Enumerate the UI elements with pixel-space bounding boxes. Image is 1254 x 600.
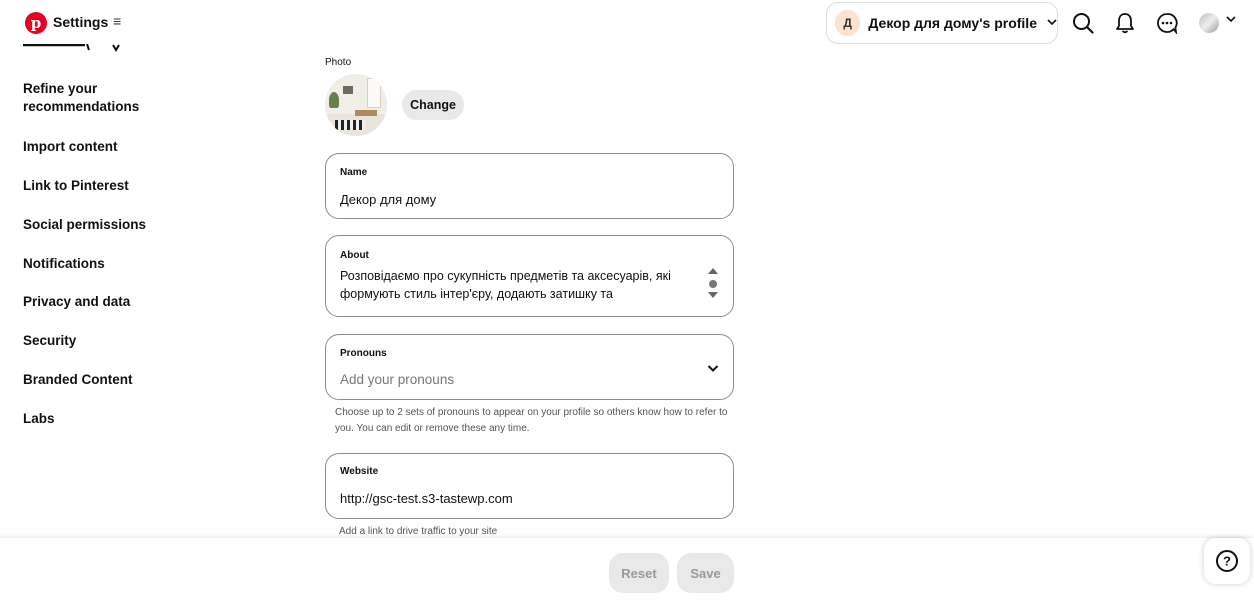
menu-icon[interactable]: ≡	[113, 13, 121, 29]
website-label: Website	[340, 466, 379, 477]
profile-switcher[interactable]: Д Декор для дому's profile	[826, 2, 1058, 44]
reset-button[interactable]: Reset	[609, 553, 669, 593]
sidebar-item-social-permissions[interactable]: Social permissions	[23, 216, 173, 234]
about-scrollbar[interactable]	[707, 268, 719, 302]
search-icon[interactable]	[1071, 11, 1095, 35]
name-label: Name	[340, 167, 368, 178]
sidebar-item-refine-recommendations[interactable]: Refine your recommendations	[23, 80, 173, 116]
top-header: p Settings ≡ Д Декор для дому's profile	[0, 0, 1254, 46]
photo-label: Photo	[325, 57, 352, 68]
pinterest-logo-icon[interactable]: p	[25, 12, 47, 34]
about-field[interactable]: About Розповідаємо про сукупність предме…	[325, 235, 734, 317]
sidebar-item-link-to-pinterest[interactable]: Link to Pinterest	[23, 177, 173, 195]
svg-text:?: ?	[1223, 554, 1231, 569]
about-textarea[interactable]: Розповідаємо про сукупність предметів та…	[340, 267, 700, 303]
pronouns-field[interactable]: Pronouns Add your pronouns	[325, 334, 734, 400]
sidebar-item-partial	[23, 44, 123, 54]
chevron-down-icon[interactable]	[1226, 15, 1236, 26]
settings-title: Settings	[53, 14, 109, 30]
name-field[interactable]: Name Декор для дому	[325, 153, 734, 219]
chevron-down-icon	[1047, 18, 1057, 29]
website-input[interactable]: http://gsc-test.s3-tastewp.com	[340, 491, 513, 506]
bell-icon[interactable]	[1113, 11, 1137, 35]
sidebar-item-privacy-and-data[interactable]: Privacy and data	[23, 293, 173, 311]
sidebar-item-security[interactable]: Security	[23, 332, 173, 350]
chevron-down-icon[interactable]	[707, 360, 719, 378]
avatar[interactable]	[1199, 13, 1219, 33]
sidebar-item-notifications[interactable]: Notifications	[23, 255, 173, 273]
sidebar-item-import-content[interactable]: Import content	[23, 138, 173, 156]
pronouns-helper-text: Choose up to 2 sets of pronouns to appea…	[335, 407, 728, 434]
chat-icon[interactable]	[1155, 11, 1179, 35]
profile-name: Декор для дому's profile	[868, 15, 1037, 31]
scroll-thumb[interactable]	[709, 280, 717, 288]
help-button[interactable]: ?	[1204, 538, 1250, 584]
scroll-up-icon[interactable]	[708, 268, 718, 274]
pronouns-label: Pronouns	[340, 348, 387, 359]
about-label: About	[340, 250, 369, 261]
save-button[interactable]: Save	[677, 553, 734, 593]
profile-photo	[325, 74, 387, 136]
change-photo-button[interactable]: Change	[402, 90, 464, 120]
profile-initial-avatar: Д	[835, 10, 861, 36]
name-input[interactable]: Декор для дому	[340, 192, 436, 207]
sidebar-item-branded-content[interactable]: Branded Content	[23, 371, 173, 389]
pronouns-select[interactable]: Add your pronouns	[340, 372, 454, 387]
sidebar-item-labs[interactable]: Labs	[23, 410, 173, 428]
help-icon: ?	[1216, 550, 1238, 572]
scroll-down-icon[interactable]	[708, 292, 718, 298]
website-field[interactable]: Website http://gsc-test.s3-tastewp.com	[325, 453, 734, 519]
action-footer: Reset Save ?	[0, 538, 1254, 600]
